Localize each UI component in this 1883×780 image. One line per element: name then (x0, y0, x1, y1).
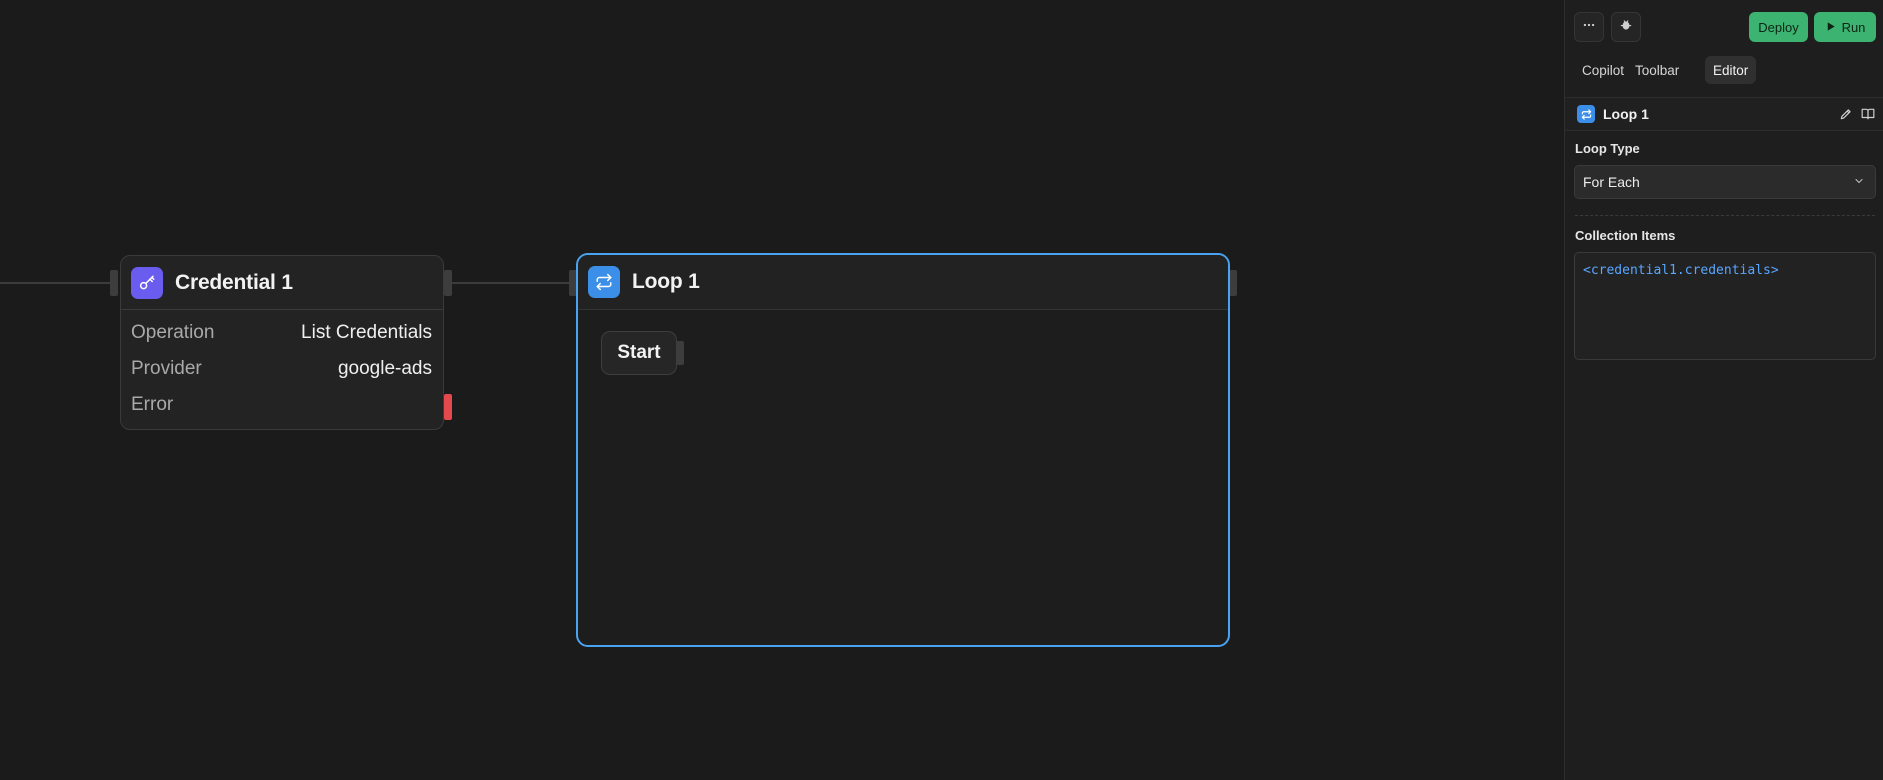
loop-node-header: Loop 1 (578, 255, 1228, 310)
credential-error-handle[interactable] (444, 394, 452, 420)
run-button[interactable]: Run (1814, 12, 1876, 42)
row-value: List Credentials (301, 322, 432, 343)
loop-type-label: Loop Type (1575, 141, 1640, 156)
workflow-canvas[interactable]: Credential 1 Operation List Credentials … (0, 0, 1564, 780)
edge-incoming (0, 282, 112, 284)
pencil-icon[interactable] (1839, 107, 1853, 126)
row-key: Provider (131, 358, 202, 379)
loop-node-title: Loop 1 (632, 270, 700, 293)
more-button[interactable] (1574, 12, 1604, 42)
loop-node[interactable]: Loop 1 Start (576, 253, 1230, 647)
loop-arrows-icon (588, 266, 620, 298)
bug-icon (1619, 18, 1633, 37)
loop-type-select[interactable]: For Each (1574, 165, 1876, 199)
edge-credential-to-loop (452, 282, 570, 284)
section-divider (1575, 215, 1875, 216)
tab-toolbar[interactable]: Toolbar (1627, 56, 1687, 84)
run-label: Run (1841, 19, 1866, 35)
key-icon (131, 266, 163, 299)
deploy-label: Deploy (1758, 19, 1799, 35)
debug-button[interactable] (1611, 12, 1641, 42)
chevron-down-icon (1853, 174, 1865, 190)
tab-label: Toolbar (1635, 62, 1680, 78)
play-icon (1825, 20, 1836, 35)
tab-label: Copilot (1582, 62, 1625, 78)
loop-arrows-icon (1577, 105, 1595, 123)
tab-label: Editor (1713, 62, 1749, 78)
deploy-button[interactable]: Deploy (1749, 12, 1808, 42)
credential-node[interactable]: Credential 1 Operation List Credentials … (120, 255, 444, 430)
row-key: Operation (131, 322, 215, 343)
row-key: Error (131, 394, 174, 415)
tab-editor[interactable]: Editor (1705, 56, 1757, 84)
credential-row-provider: Provider google-ads (121, 351, 443, 387)
tab-copilot[interactable]: Copilot (1574, 56, 1632, 84)
credential-input-handle[interactable] (110, 270, 118, 296)
editor-header: Loop 1 (1565, 97, 1883, 131)
more-horizontal-icon (1582, 18, 1596, 37)
collection-items-input[interactable]: <credential1.credentials> (1574, 252, 1876, 360)
side-panel: Deploy Run Copilot Toolbar Editor Loop 1 (1564, 0, 1883, 780)
collection-items-value: <credential1.credentials> (1583, 263, 1779, 278)
credential-node-header: Credential 1 (121, 256, 443, 310)
row-value: google-ads (337, 358, 432, 379)
loop-output-handle[interactable] (1229, 270, 1237, 296)
book-icon[interactable] (1861, 107, 1875, 126)
credential-output-handle[interactable] (444, 270, 452, 296)
credential-row-operation: Operation List Credentials (121, 315, 443, 351)
loop-start-label: Start (617, 342, 661, 363)
collection-items-label: Collection Items (1575, 228, 1676, 243)
loop-type-value: For Each (1583, 174, 1640, 190)
credential-row-error: Error (121, 387, 443, 423)
credential-node-title: Credential 1 (175, 270, 293, 294)
loop-start-output-handle[interactable] (676, 341, 684, 365)
editor-title: Loop 1 (1603, 106, 1649, 122)
loop-start-node[interactable]: Start (601, 331, 677, 375)
